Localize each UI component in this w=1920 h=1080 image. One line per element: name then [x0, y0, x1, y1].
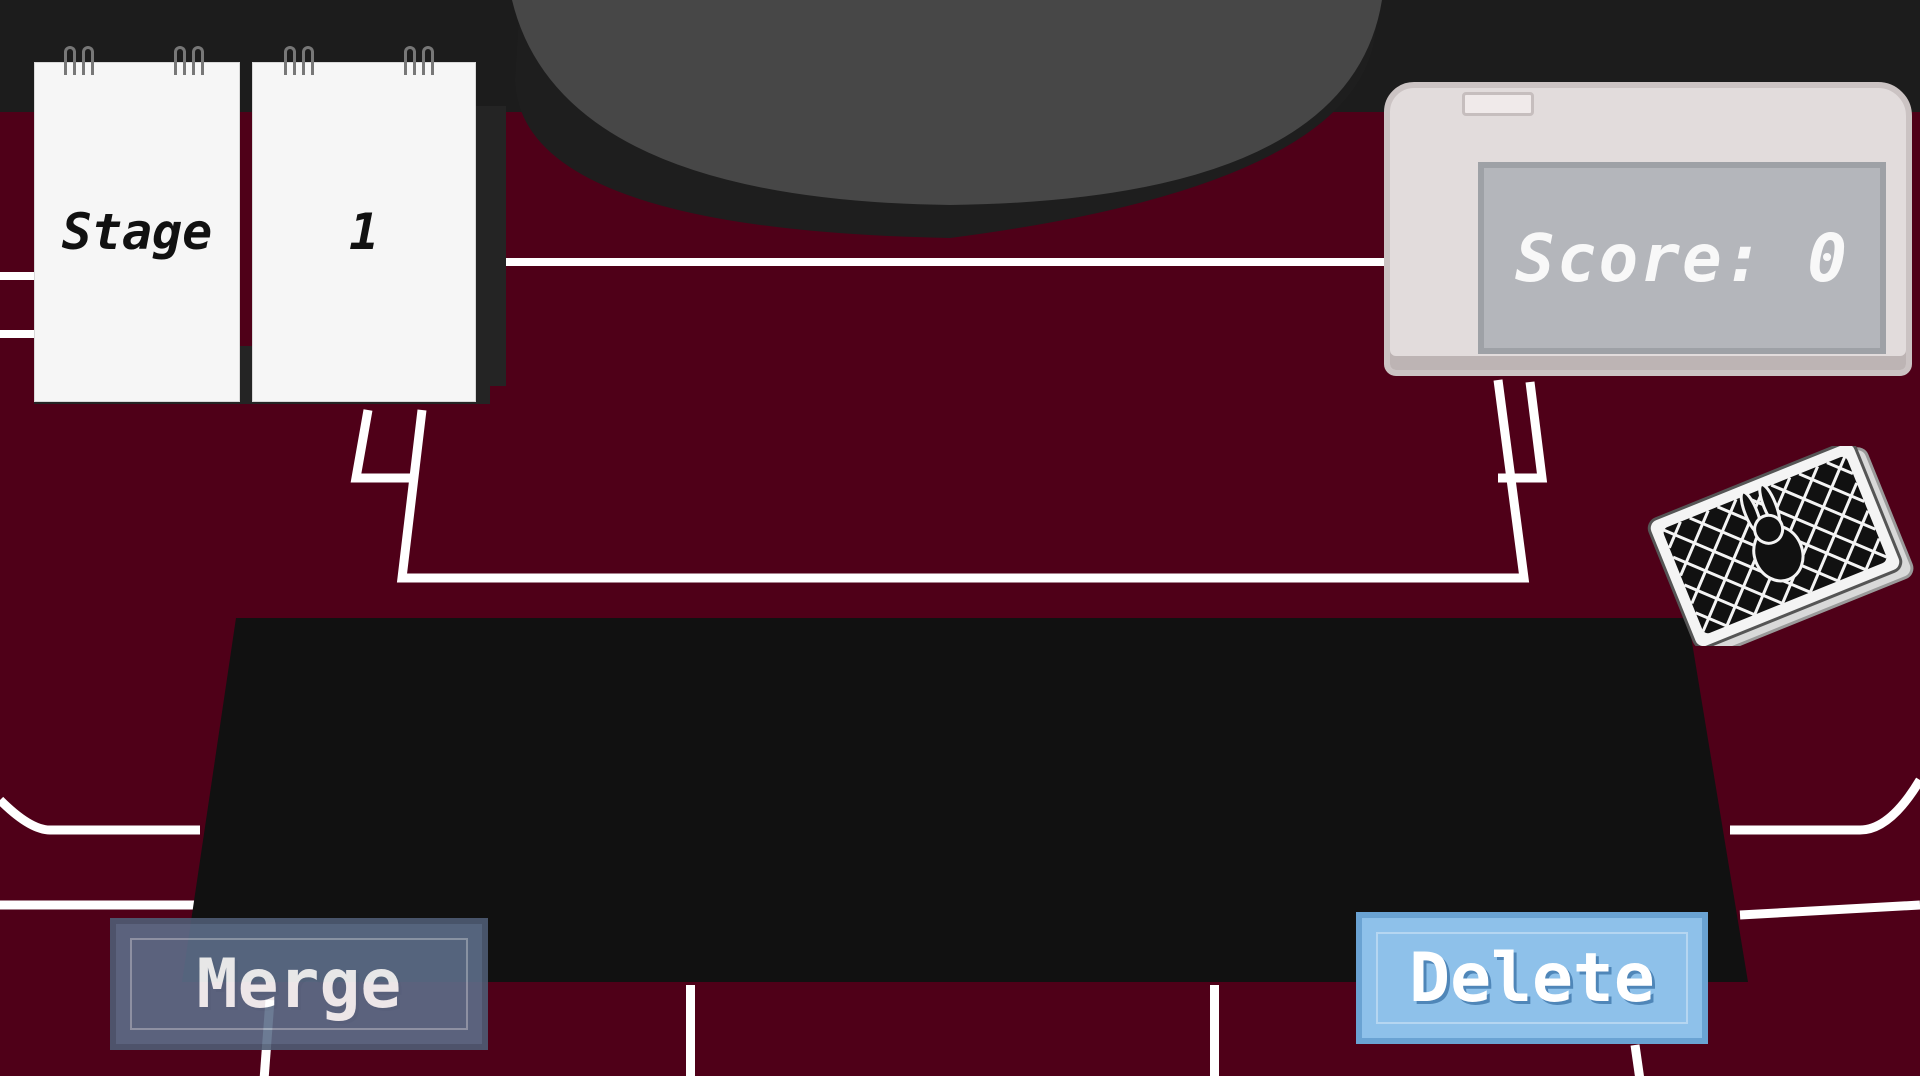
- calendar-ring: [82, 46, 94, 75]
- left-bracket: [350, 409, 412, 483]
- right-curve-1: [1730, 777, 1920, 835]
- stage-number: 1: [348, 203, 380, 261]
- bottom-line-2: [1210, 985, 1219, 1080]
- left-line-2: [0, 330, 36, 338]
- stage-label-page: Stage: [34, 62, 240, 402]
- score-text: Score: 0: [1515, 219, 1849, 297]
- left-line-1: [0, 272, 36, 280]
- calendar-ring: [284, 46, 296, 75]
- merge-button[interactable]: Merge: [110, 918, 488, 1050]
- merge-button-label: Merge: [196, 944, 402, 1024]
- stage-label: Stage: [61, 203, 213, 261]
- stage-calendar: Stage 1: [34, 46, 506, 411]
- table-line-top: [500, 258, 1390, 266]
- right-curve-2: [1739, 900, 1920, 920]
- score-screen: Score: 0: [1478, 162, 1886, 354]
- calendar-ring: [192, 46, 204, 75]
- delete-button-label: Delete: [1409, 938, 1655, 1018]
- card-deck[interactable]: [1620, 441, 1920, 656]
- bottom-edge: [0, 1076, 1920, 1080]
- delete-button[interactable]: Delete: [1356, 912, 1708, 1044]
- game-scene: Stage 1 Score: 0 Merge Delete: [0, 0, 1920, 1080]
- calendar-ring: [174, 46, 186, 75]
- rabbit-card-back-icon: [1647, 441, 1914, 656]
- calendar-ring: [404, 46, 416, 75]
- bottom-line-1: [686, 985, 695, 1080]
- calendar-ring: [64, 46, 76, 75]
- bottom-line-4: [1630, 1044, 1645, 1080]
- center-zone: [396, 379, 1530, 583]
- calendar-ring: [302, 46, 314, 75]
- score-display-button-icon: [1462, 92, 1534, 116]
- calendar-ring: [422, 46, 434, 75]
- stage-number-page: 1: [252, 62, 476, 402]
- score-display: Score: 0: [1384, 82, 1912, 376]
- left-curve-1: [0, 796, 200, 835]
